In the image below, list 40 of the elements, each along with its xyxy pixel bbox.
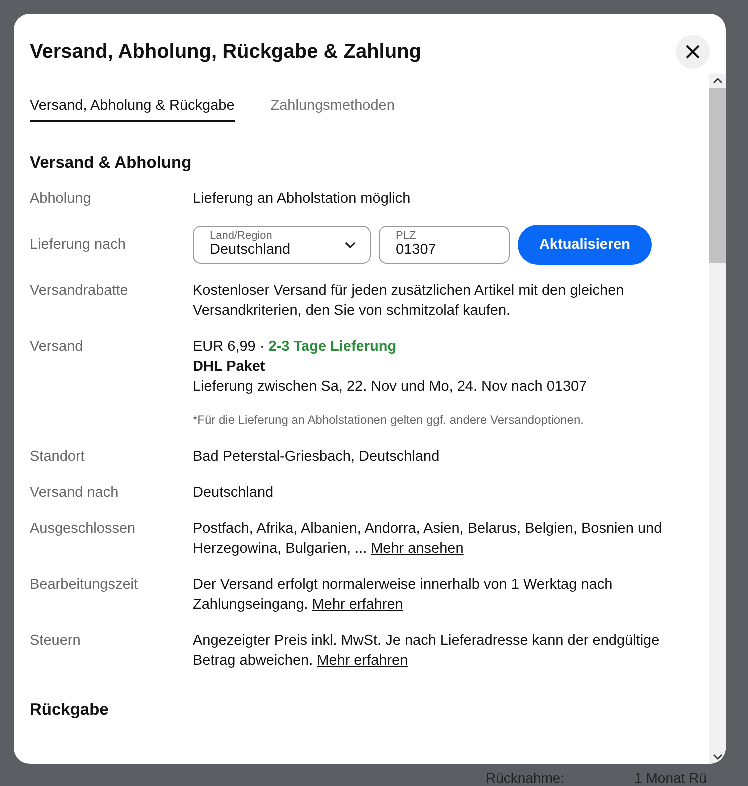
scrollbar-thumb[interactable] bbox=[709, 88, 726, 263]
more-link[interactable]: Mehr erfahren bbox=[317, 653, 408, 669]
update-button[interactable]: Aktualisieren bbox=[518, 225, 652, 265]
more-link[interactable]: Mehr ansehen bbox=[371, 541, 464, 557]
row-label: Ausgeschlossen bbox=[30, 520, 137, 539]
delivery-estimate: Lieferung zwischen Sa, 22. Nov und Mo, 24. Nov nach 01307 bbox=[193, 378, 588, 397]
row-value: Kostenloser Versand für jeden zusätzlichen Artikel mit den gleichen Versandkriterien, den Sie von schmitzolaf kaufen. bbox=[193, 282, 626, 321]
row-value: Deutschland bbox=[193, 484, 275, 503]
more-link[interactable]: Mehr erfahren bbox=[312, 597, 404, 613]
scroll-up-icon[interactable] bbox=[712, 78, 722, 84]
row-label: Versand bbox=[30, 338, 84, 357]
row-value: Der Versand erfolgt normalerweise innerhalb von 1 Werktag nach Zahlungseingang. Mehr erfahren bbox=[193, 576, 614, 615]
row-label: Lieferung nach bbox=[30, 236, 127, 255]
row-value: Postfach, Afrika, Albanien, Andorra, Asien, Belarus, Belgien, Bosnien und Herzegowina, Bulgarien, ... Mehr ansehen bbox=[193, 520, 664, 559]
row-label: Versand nach bbox=[30, 484, 120, 503]
dialog-title: Versand, Abholung, Rückgabe & Zahlung bbox=[30, 40, 422, 64]
row-label: Abholung bbox=[30, 190, 92, 209]
shipping-service: DHL Paket bbox=[193, 358, 266, 377]
tab[interactable]: Zahlungsmethoden bbox=[270, 94, 395, 122]
tab[interactable]: Versand, Abholung & Rückgabe bbox=[30, 94, 235, 122]
section-heading: Versand & Abholung bbox=[30, 154, 193, 173]
row-value: Angezeigter Preis inkl. MwSt. Je nach Lieferadresse kann der endgültige Betrag abweichen. Mehr erfahren bbox=[193, 632, 661, 671]
row-label: Steuern bbox=[30, 632, 82, 651]
row-label: Bearbeitungszeit bbox=[30, 576, 140, 595]
close-icon bbox=[686, 45, 700, 59]
zip-field[interactable]: PLZ 01307 bbox=[379, 226, 510, 264]
shipping-note: *Für die Lieferung an Abholstationen gelten ggf. andere Versandoptionen. bbox=[193, 413, 585, 427]
chevron-down-icon bbox=[345, 242, 356, 249]
close-button[interactable] bbox=[676, 35, 710, 69]
row-value: Lieferung an Abholstation möglich bbox=[193, 190, 412, 209]
shipping-price: EUR 6,99 · 2-3 Tage Lieferung bbox=[193, 338, 398, 357]
row-label: Standort bbox=[30, 448, 86, 467]
row-value: Bad Peterstal-Griesbach, Deutschland bbox=[193, 448, 441, 467]
country-select[interactable]: Land/Region Deutschland bbox=[193, 226, 371, 264]
background-value: 1 Monat Rü bbox=[634, 770, 707, 786]
scrollbar[interactable] bbox=[709, 74, 726, 764]
section-heading: Rückgabe bbox=[30, 701, 110, 720]
row-label: Versandrabatte bbox=[30, 282, 130, 301]
background-label: Rücknahme: bbox=[486, 770, 565, 786]
scroll-down-icon[interactable] bbox=[712, 754, 722, 760]
